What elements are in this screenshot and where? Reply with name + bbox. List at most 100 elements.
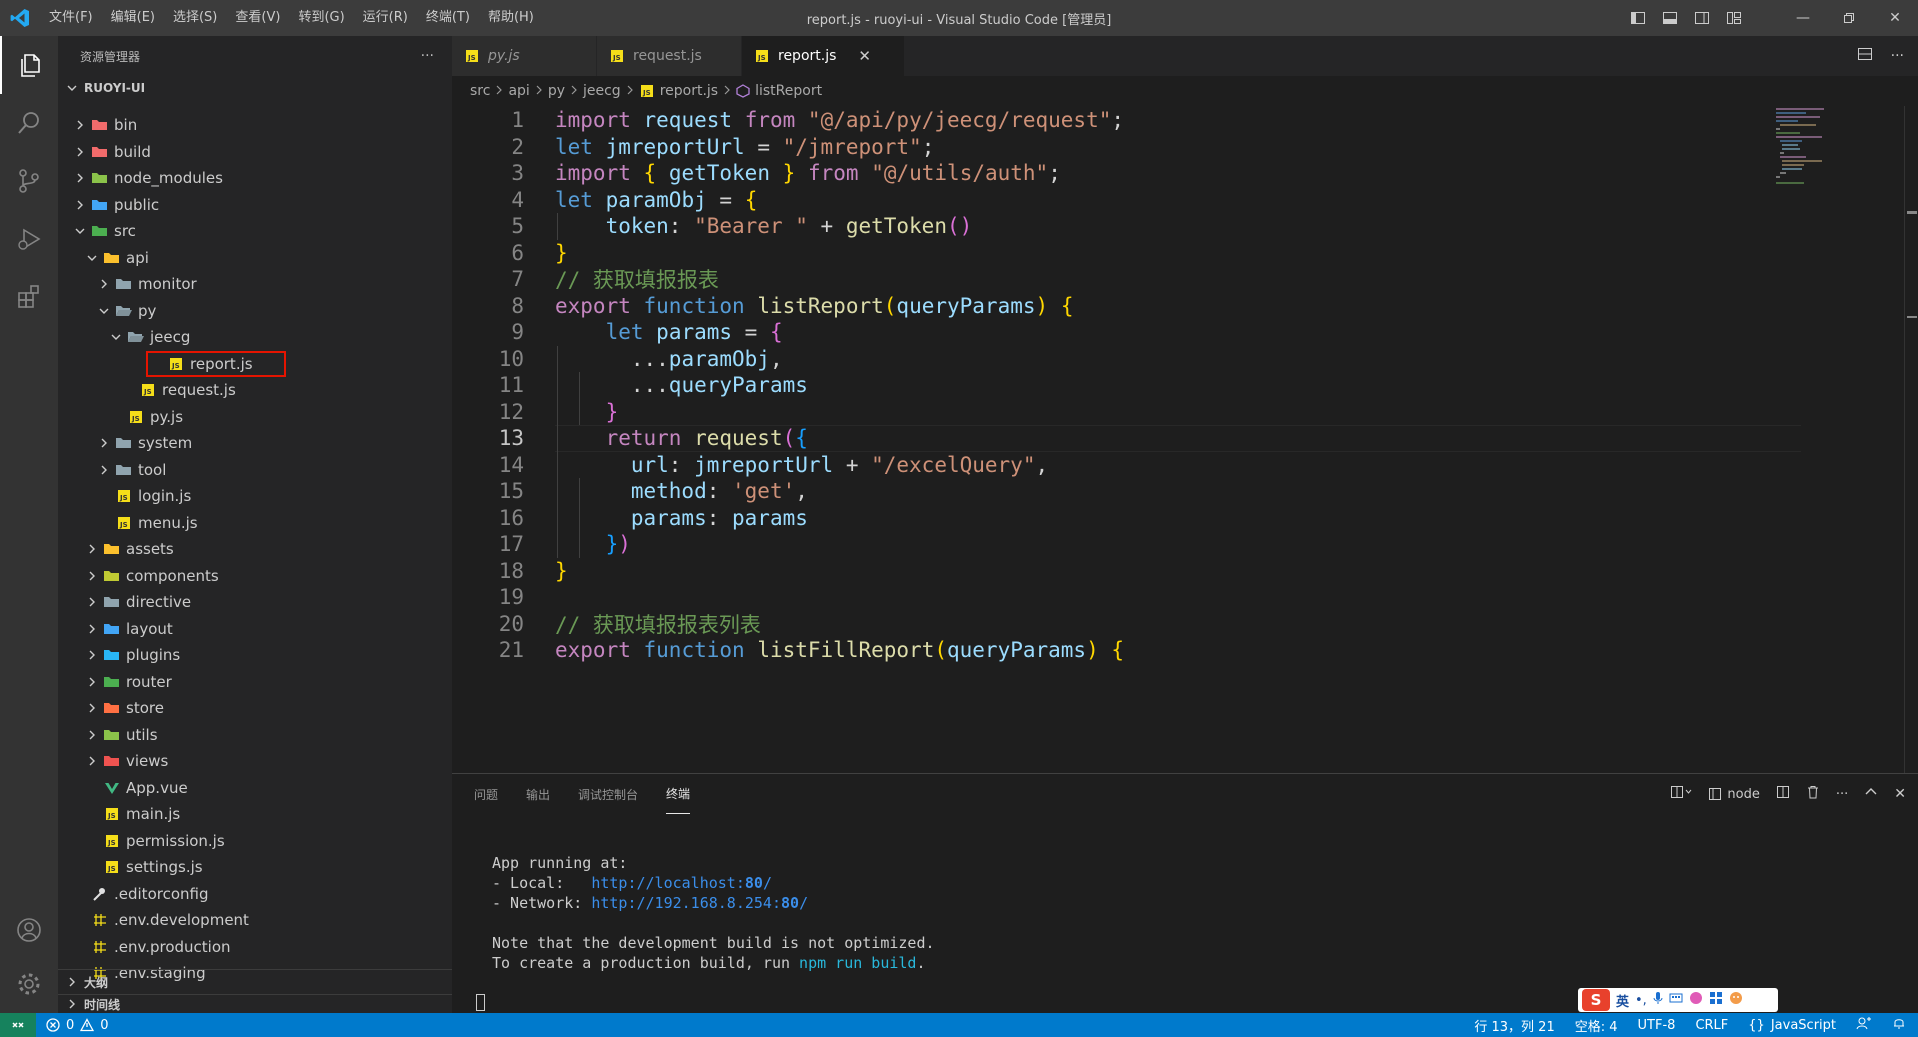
restore-button[interactable] [1826,0,1872,36]
workspace-root[interactable]: RUOYI-UI [58,76,452,100]
search-icon[interactable] [0,94,58,152]
code-line[interactable]: 9 let params = { [452,319,1802,346]
toggle-panel-icon[interactable] [1654,0,1686,36]
folder-tree-item[interactable]: build [58,139,452,166]
folder-tree-item[interactable]: tool [58,457,452,484]
file-tree-item[interactable]: JS settings.js [58,854,452,881]
kill-terminal-icon[interactable] [1806,785,1820,803]
breadcrumb-item[interactable]: report.js [660,83,718,99]
close-tab-icon[interactable]: ✕ [858,47,871,65]
breadcrumb-item[interactable]: listReport [755,83,822,99]
panel-tab[interactable]: 调试控制台 [578,774,638,814]
file-tree-item[interactable]: JS report.js [146,350,286,377]
minimap[interactable] [1774,106,1854,186]
run-debug-icon[interactable] [0,210,58,268]
minimize-button[interactable]: — [1780,0,1826,36]
code-line[interactable]: 6} [452,240,1802,267]
code-line[interactable]: 21 export function listFillReport(queryPa… [452,637,1802,664]
code-line[interactable]: 17 }) [452,531,1802,558]
folder-tree-item[interactable]: monitor [58,271,452,298]
explorer-icon[interactable] [0,36,58,94]
file-tree-item[interactable]: .editorconfig [58,881,452,908]
folder-tree-item[interactable]: bin [58,112,452,139]
breadcrumb-item[interactable]: jeecg [583,83,621,99]
ime-toolbar[interactable]: S 英 •, [1578,988,1778,1012]
accounts-icon[interactable] [0,901,58,959]
manage-gear-icon[interactable] [0,955,58,1013]
remote-indicator[interactable] [0,1013,36,1037]
code-line[interactable]: 11 ...queryParams [452,372,1802,399]
code-line[interactable]: 4 let paramObj = { [452,187,1802,214]
file-tree-item[interactable]: JS menu.js [58,510,452,537]
panel-tab[interactable]: 输出 [526,774,550,814]
terminal-layout-icon[interactable] [1670,785,1692,803]
code-line[interactable]: 3 import { getToken } from "@/utils/auth"… [452,160,1802,187]
panel-tab[interactable]: 问题 [474,774,498,814]
indentation[interactable]: 空格: 4 [1575,1016,1618,1035]
code-line[interactable]: 20 // 获取填报报表列表 [452,611,1802,638]
folder-tree-item[interactable]: public [58,192,452,219]
code-line[interactable]: 5 token: "Bearer " + getToken() [452,213,1802,240]
folder-tree-item[interactable]: views [58,748,452,775]
file-tree-item[interactable]: JS permission.js [58,828,452,855]
folder-tree-item[interactable]: jeecg [58,324,452,351]
more-actions-icon[interactable]: ··· [1891,48,1904,64]
folder-tree-item[interactable]: store [58,695,452,722]
folder-tree-item[interactable]: py [58,298,452,325]
folder-tree-item[interactable]: layout [58,616,452,643]
language-mode[interactable]: {} JavaScript [1748,1018,1836,1033]
tab-report-js[interactable]: JS report.js ✕ [742,36,905,76]
file-tree-item[interactable]: JS login.js [58,483,452,510]
toggle-sidebar-icon[interactable] [1622,0,1654,36]
code-line[interactable]: 10 ...paramObj, [452,346,1802,373]
toolbox-icon[interactable] [1709,991,1723,1009]
menu-item[interactable]: 编辑(E) [102,0,164,36]
maximize-panel-icon[interactable] [1864,785,1878,803]
mascot-icon[interactable] [1729,991,1743,1009]
folder-tree-item[interactable]: src [58,218,452,245]
code-line[interactable]: 18} [452,558,1802,585]
split-terminal-icon[interactable] [1776,785,1790,803]
code-line[interactable]: 13 return request({ [452,425,1802,452]
folder-tree-item[interactable]: utils [58,722,452,749]
end-of-line[interactable]: CRLF [1695,1018,1728,1033]
more-actions-button[interactable]: ··· [421,48,434,64]
folder-tree-item[interactable]: assets [58,536,452,563]
network-url-link[interactable]: http://192.168.8.254:80/ [591,894,808,912]
menu-item[interactable]: 帮助(H) [479,0,543,36]
editor-scrollbar[interactable] [1904,106,1918,773]
ime-lang[interactable]: 英 [1616,991,1629,1010]
code-line[interactable]: 2 let jmreportUrl = "/jmreport"; [452,134,1802,161]
code-line[interactable]: 15 method: 'get', [452,478,1802,505]
breadcrumb-item[interactable]: py [548,83,565,99]
customize-layout-icon[interactable] [1718,0,1750,36]
code-line[interactable]: 19 [452,584,1802,611]
folder-tree-item[interactable]: directive [58,589,452,616]
breadcrumb-item[interactable]: src [470,83,490,99]
more-icon[interactable]: ··· [1836,787,1848,802]
folder-tree-item[interactable]: components [58,563,452,590]
panel-tab[interactable]: 终端 [666,774,691,814]
file-tree-item[interactable]: JS main.js [58,801,452,828]
menu-item[interactable]: 转到(G) [289,0,353,36]
encoding[interactable]: UTF-8 [1638,1018,1676,1033]
file-tree-item[interactable]: JS request.js [58,377,452,404]
feedback-icon[interactable] [1856,1016,1872,1034]
close-window-button[interactable]: ✕ [1872,0,1918,36]
code-line[interactable]: 14 url: jmreportUrl + "/excelQuery", [452,452,1802,479]
folder-tree-item[interactable]: router [58,669,452,696]
problems-indicator[interactable]: 0 0 [36,1018,109,1033]
file-tree-item[interactable]: App.vue [58,775,452,802]
menu-item[interactable]: 查看(V) [226,0,289,36]
source-control-icon[interactable] [0,152,58,210]
tab-request-js[interactable]: JS request.js [597,36,742,76]
mic-icon[interactable] [1653,991,1663,1009]
tab-py-js[interactable]: JS py.js [452,36,597,76]
code-line[interactable]: 8 export function listReport(queryParams)… [452,293,1802,320]
timeline-section[interactable]: 时间线 [58,994,452,1013]
code-line[interactable]: 16 params: params [452,505,1802,532]
folder-tree-item[interactable]: system [58,430,452,457]
menu-item[interactable]: 文件(F) [40,0,102,36]
folder-tree-item[interactable]: api [58,245,452,272]
terminal-output[interactable]: App running at: - Local: http://localhos… [492,854,935,974]
